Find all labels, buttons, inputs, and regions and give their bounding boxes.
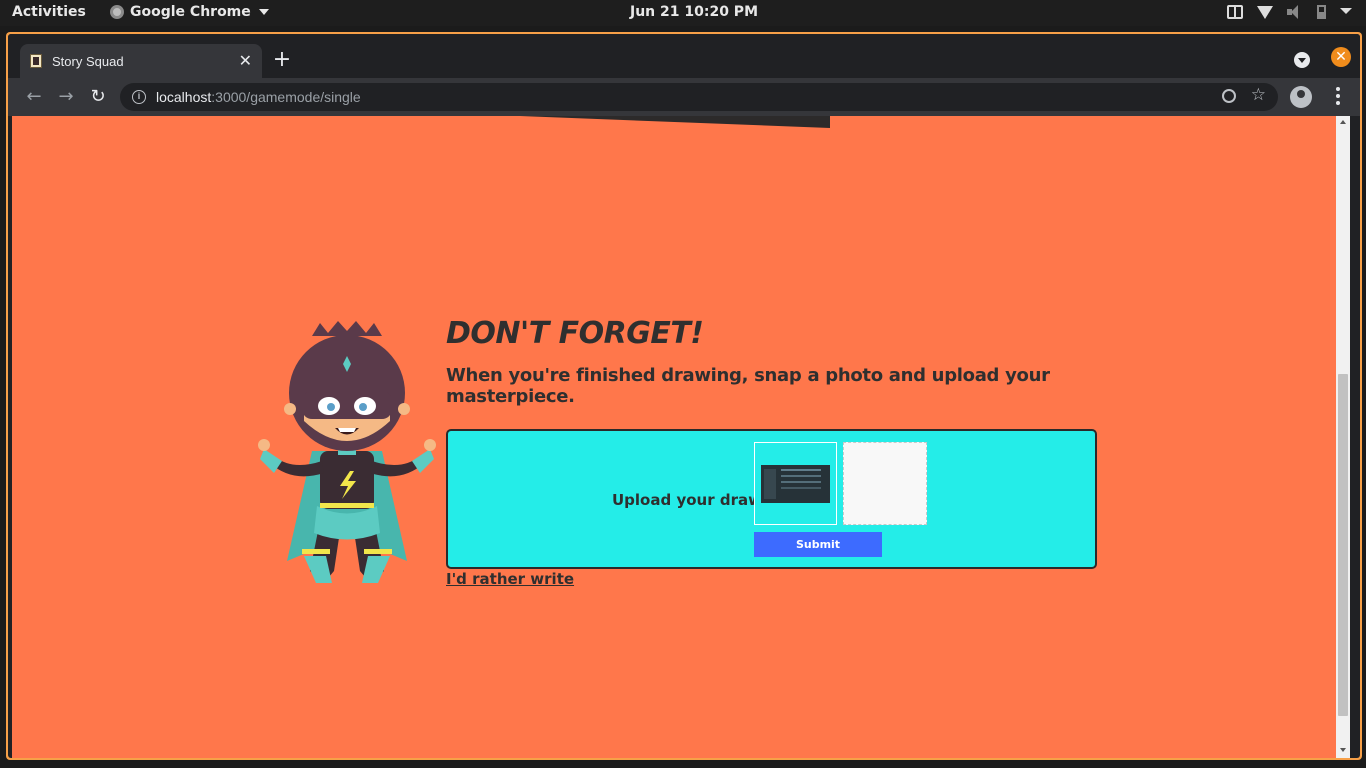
window-close-button[interactable]: ✕ [1331,47,1351,67]
rather-write-link[interactable]: I'd rather write [446,570,574,588]
browser-window: Story Squad ✕ + ✕ ← → ↻ i localhost :300… [6,32,1362,760]
forward-arrow-icon[interactable]: → [55,86,77,108]
app-menu-label: Google Chrome [130,4,251,20]
browser-frame: Story Squad ✕ + ✕ ← → ↻ i localhost :300… [8,34,1360,758]
zoom-icon[interactable] [1222,89,1236,103]
tab-story-squad[interactable]: Story Squad ✕ [20,44,262,78]
file-drop-zone[interactable] [843,442,927,525]
close-tab-icon[interactable]: ✕ [239,51,252,71]
volume-icon[interactable] [1287,5,1303,19]
submit-button[interactable]: Submit [754,532,882,557]
site-info-icon[interactable]: i [132,90,146,104]
chrome-icon [110,5,124,19]
uploaded-image-thumbnail[interactable] [754,442,837,525]
page-scrollbar[interactable] [1336,116,1350,758]
new-tab-button[interactable]: + [270,49,294,73]
battery-icon[interactable] [1317,5,1326,19]
power-menu-icon[interactable] [1340,8,1352,16]
screenshot-preview-image [761,465,830,503]
address-bar[interactable]: i localhost :3000/gamemode/single ☆ [120,83,1278,111]
system-top-bar: Activities Google Chrome Jun 21 10:20 PM [0,0,1366,26]
upload-section: DON'T FORGET! When you're finished drawi… [446,316,1106,588]
activities-button[interactable]: Activities [12,4,86,20]
header-banner-edge [520,116,830,128]
wifi-icon[interactable] [1257,5,1273,19]
url-host: localhost [156,89,212,105]
profile-avatar-icon[interactable] [1290,86,1312,108]
system-tray[interactable] [1227,5,1352,19]
scrollbar-thumb[interactable] [1338,374,1348,716]
app-menu[interactable]: Google Chrome [110,4,269,20]
instruction-text: When you're finished drawing, snap a pho… [446,365,1050,407]
workspace-icon[interactable] [1227,5,1243,19]
back-arrow-icon[interactable]: ← [23,86,45,108]
chrome-menu-icon[interactable] [1336,87,1340,107]
tab-search-icon[interactable] [1294,52,1310,68]
chevron-down-icon [258,9,269,15]
scroll-up-icon[interactable] [1340,120,1346,124]
tab-strip: Story Squad ✕ + ✕ [8,34,1360,78]
upload-form: Upload your drawing Submit [446,429,1097,569]
superhero-kid-illustration [258,321,436,583]
browser-toolbar: ← → ↻ i localhost :3000/gamemode/single … [8,78,1360,116]
tab-title: Story Squad [52,53,124,69]
bookmark-star-icon[interactable]: ☆ [1251,85,1266,105]
page-title: DON'T FORGET! [446,316,704,351]
page-viewport: DON'T FORGET! When you're finished drawi… [12,116,1340,758]
favicon-icon [30,54,42,68]
scroll-down-icon[interactable] [1340,748,1346,752]
clock[interactable]: Jun 21 10:20 PM [630,4,758,20]
url-path: :3000/gamemode/single [211,89,361,105]
reload-icon[interactable]: ↻ [87,86,109,108]
